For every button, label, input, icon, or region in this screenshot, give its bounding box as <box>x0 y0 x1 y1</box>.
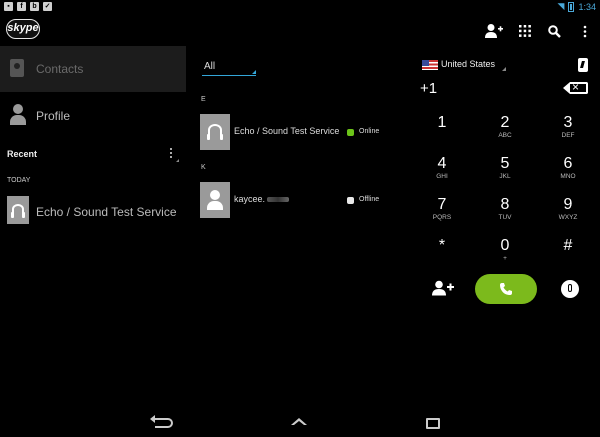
system-navigation-bar <box>0 410 600 437</box>
key-2[interactable]: 2 ABC <box>474 110 536 151</box>
backspace-icon[interactable] <box>563 80 588 94</box>
dialpad-toggle-icon[interactable] <box>578 58 588 72</box>
contacts-filter-dropdown[interactable]: All <box>202 60 256 76</box>
contacts-list: All E Echo / Sound Test Service Online K… <box>192 46 396 406</box>
sidebar: Contacts Profile Recent TODAY Echo / Sou… <box>0 46 186 406</box>
dialpad-keys: 1 2 ABC 3 DEF 4 GHI 5 JKL 6 MNO 7 PQRS 8 TUV 9W… <box>410 110 600 274</box>
person-icon <box>10 104 26 126</box>
dialpad-icon <box>519 25 531 37</box>
voicemail-icon[interactable] <box>561 280 579 298</box>
key-5[interactable]: 5 JKL <box>474 151 536 192</box>
key-9[interactable]: 9 WXYZ <box>536 192 600 233</box>
country-name: United States <box>441 59 496 69</box>
search-icon <box>547 24 561 38</box>
key-0[interactable]: 0 + <box>474 233 536 274</box>
contacts-book-icon <box>10 59 24 77</box>
system-status: ◥ 1:34 <box>558 1 596 12</box>
sidebar-item-label: Profile <box>36 109 71 123</box>
check-icon: ✓ <box>43 2 52 11</box>
key-6[interactable]: 6 MNO <box>536 151 600 192</box>
sidebar-item-contacts[interactable]: Contacts <box>0 46 186 92</box>
headset-icon <box>11 204 25 218</box>
contact-row[interactable]: kaycee. Offline <box>200 182 390 220</box>
recent-menu-icon[interactable] <box>168 146 179 162</box>
dropdown-arrow-icon <box>252 70 256 74</box>
section-letter: E <box>201 96 206 103</box>
key-hash[interactable]: # <box>536 233 600 274</box>
offline-status-icon <box>347 197 354 204</box>
avatar <box>7 196 29 224</box>
wifi-icon: ◥ <box>557 1 565 11</box>
key-7[interactable]: 7 PQRS <box>410 192 474 233</box>
section-letter: K <box>201 164 206 171</box>
dialer-actions <box>410 274 600 306</box>
today-header: TODAY <box>7 177 31 184</box>
dialer-panel: United States +1 1 2ABC 3DEF 4GHI 5JKL 6… <box>410 46 600 306</box>
recent-header: Recent <box>7 149 38 159</box>
add-to-contacts-button[interactable] <box>432 280 454 298</box>
key-1[interactable]: 1 <box>410 110 474 151</box>
key-star[interactable]: * <box>410 233 474 274</box>
phone-number-display[interactable]: +1 <box>420 80 437 97</box>
sidebar-item-label: Contacts <box>36 62 84 76</box>
key-4[interactable]: 4 GHI <box>410 151 474 192</box>
call-button[interactable] <box>475 274 537 304</box>
us-flag-icon <box>422 60 438 70</box>
dialpad-button[interactable] <box>514 20 536 42</box>
add-contact-icon <box>432 280 454 296</box>
avatar <box>200 114 230 150</box>
sidebar-item-profile[interactable]: Profile <box>0 98 186 134</box>
action-bar: skype <box>0 14 600 46</box>
recent-item-label: Echo / Sound Test Service <box>36 205 177 219</box>
headset-icon <box>207 124 223 140</box>
contact-status: Online <box>359 128 380 135</box>
skype-logo: skype <box>6 19 40 39</box>
image-icon: ▪ <box>4 2 13 11</box>
status-bar: ▪ f b ✓ ◥ 1:34 <box>0 0 600 14</box>
recent-apps-icon[interactable] <box>426 418 440 429</box>
notification-icons: ▪ f b ✓ <box>4 2 52 11</box>
add-contact-icon <box>485 24 503 38</box>
key-3[interactable]: 3 DEF <box>536 110 600 151</box>
phone-icon <box>500 283 512 295</box>
contact-name: Echo / Sound Test Service <box>234 126 340 136</box>
add-contact-button[interactable] <box>483 20 505 42</box>
person-icon <box>207 190 223 210</box>
bbm-icon: b <box>30 2 39 11</box>
back-icon[interactable] <box>150 415 173 428</box>
facebook-icon: f <box>17 2 26 11</box>
contact-row[interactable]: Echo / Sound Test Service Online <box>200 114 390 152</box>
clock: 1:34 <box>578 1 596 12</box>
key-8[interactable]: 8 TUV <box>474 192 536 233</box>
battery-icon <box>568 1 575 12</box>
avatar <box>200 182 230 218</box>
dropdown-arrow-icon <box>502 67 506 71</box>
contact-name: kaycee. <box>234 194 290 204</box>
contact-status: Offline <box>359 196 380 203</box>
online-status-icon <box>347 129 354 136</box>
overflow-menu-button[interactable] <box>574 20 596 42</box>
recent-item[interactable]: Echo / Sound Test Service <box>0 194 186 228</box>
redacted-text <box>267 197 290 203</box>
overflow-menu-icon <box>583 25 587 37</box>
home-icon[interactable] <box>291 418 307 430</box>
filter-label: All <box>204 61 216 72</box>
search-button[interactable] <box>543 20 565 42</box>
